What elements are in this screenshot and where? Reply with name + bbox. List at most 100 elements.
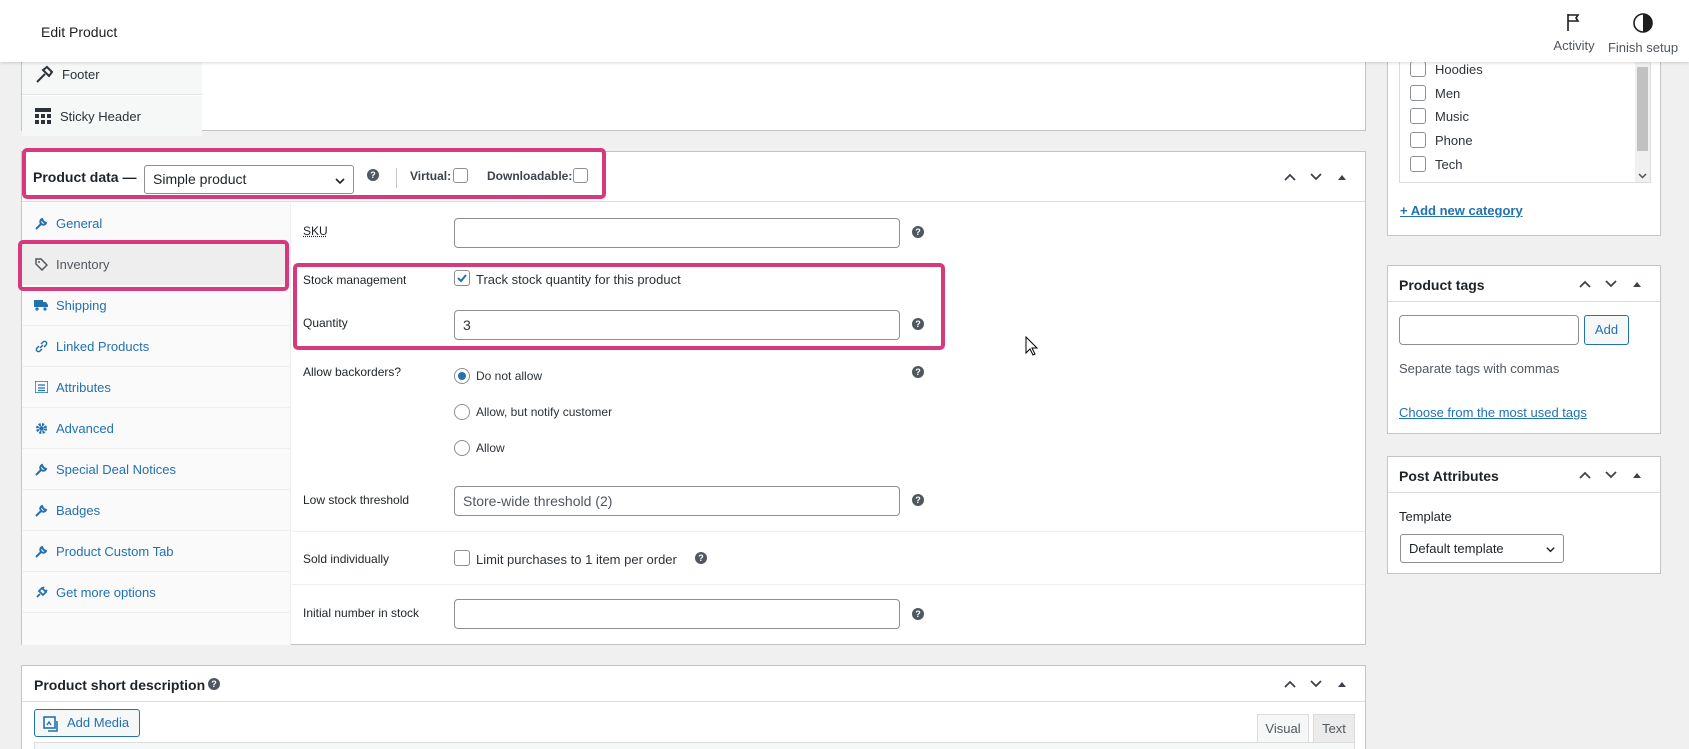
link-icon <box>35 340 48 353</box>
chevron-down-icon <box>1545 544 1556 555</box>
category-checkbox[interactable] <box>1410 156 1426 172</box>
collapse-icon[interactable] <box>1632 279 1642 289</box>
categories-box: Hoodies Men Music Phone Tech + Add new c… <box>1387 40 1661 236</box>
move-up-icon[interactable] <box>1283 677 1297 691</box>
category-item[interactable]: Men <box>1410 85 1460 101</box>
help-icon[interactable]: ? <box>695 552 707 564</box>
backorder-radio-notify[interactable] <box>454 404 470 420</box>
flag-icon <box>1564 12 1584 32</box>
limit-purchases-checkbox[interactable] <box>454 550 470 566</box>
initial-stock-label: Initial number in stock <box>303 606 419 620</box>
stock-management-label: Stock management <box>303 273 406 287</box>
tag-input[interactable] <box>1399 315 1579 345</box>
sold-individually-label: Sold individually <box>303 552 389 566</box>
help-icon[interactable]: ? <box>367 169 379 181</box>
category-item[interactable]: Phone <box>1410 132 1473 148</box>
truck-icon <box>34 299 48 311</box>
tab-visual[interactable]: Visual <box>1257 714 1309 742</box>
post-attributes-title: Post Attributes <box>1399 468 1499 484</box>
tab-badges[interactable]: Badges <box>22 490 290 531</box>
tab-inventory[interactable]: Inventory <box>22 244 290 285</box>
quantity-label: Quantity <box>303 316 348 330</box>
table-icon <box>34 107 52 125</box>
product-data-title: Product data — <box>33 169 136 185</box>
track-stock-checkbox[interactable] <box>454 270 470 286</box>
tab-linked-products[interactable]: Linked Products <box>22 326 290 367</box>
media-icon <box>43 716 59 732</box>
move-down-icon[interactable] <box>1309 677 1323 691</box>
tab-shipping[interactable]: Shipping <box>22 285 290 326</box>
collapse-icon[interactable] <box>1337 679 1347 689</box>
most-used-tags-link[interactable]: Choose from the most used tags <box>1399 405 1587 420</box>
top-bar: Edit Product Activity Finish setup <box>0 0 1689 62</box>
editor-toolbar <box>34 742 1355 749</box>
downloadable-checkbox[interactable] <box>573 168 588 183</box>
wrench-icon <box>35 217 48 230</box>
chevron-down-icon[interactable] <box>1638 171 1647 180</box>
help-icon[interactable]: ? <box>208 678 220 690</box>
move-up-icon[interactable] <box>1283 170 1297 184</box>
collapse-icon[interactable] <box>1337 172 1347 182</box>
tab-special-deal-notices[interactable]: Special Deal Notices <box>22 449 290 490</box>
product-tags-box: Product tags Add Separate tags with comm… <box>1387 265 1661 434</box>
move-down-icon[interactable] <box>1604 468 1618 482</box>
side-item-sticky-header[interactable]: Sticky Header <box>22 96 202 136</box>
move-down-icon[interactable] <box>1309 170 1323 184</box>
divider <box>292 531 1365 532</box>
tab-product-custom-tab[interactable]: Product Custom Tab <box>22 531 290 572</box>
help-icon[interactable]: ? <box>912 226 924 238</box>
downloadable-label: Downloadable: <box>487 169 572 183</box>
add-tag-button[interactable]: Add <box>1584 315 1629 345</box>
category-scrollbar[interactable] <box>1635 47 1650 182</box>
tab-advanced[interactable]: Advanced <box>22 408 290 449</box>
initial-stock-input[interactable] <box>454 599 900 629</box>
product-type-select[interactable]: Simple product <box>144 165 354 194</box>
move-down-icon[interactable] <box>1604 277 1618 291</box>
plugin-icon <box>35 586 48 599</box>
category-checkbox[interactable] <box>1410 85 1426 101</box>
virtual-checkbox[interactable] <box>453 168 468 183</box>
add-media-button[interactable]: Add Media <box>34 709 140 737</box>
template-label: Template <box>1399 509 1452 524</box>
help-icon[interactable]: ? <box>912 608 924 620</box>
cursor-icon <box>1025 336 1039 356</box>
sku-input[interactable] <box>454 218 900 248</box>
hammer-icon <box>34 65 54 85</box>
category-item[interactable]: Hoodies <box>1410 61 1483 77</box>
scrollbar-thumb[interactable] <box>1637 67 1648 151</box>
category-item[interactable]: Tech <box>1410 156 1462 172</box>
wrench-icon <box>35 545 48 558</box>
finish-setup-button[interactable]: Finish setup <box>1603 12 1683 55</box>
gear-icon <box>35 422 48 435</box>
half-circle-icon <box>1632 12 1654 34</box>
product-tags-header: Product tags <box>1388 266 1660 302</box>
chevron-down-icon <box>334 175 346 187</box>
post-attributes-box: Post Attributes Template Default templat… <box>1387 456 1661 574</box>
low-stock-input[interactable]: Store-wide threshold (2) <box>454 486 900 516</box>
move-up-icon[interactable] <box>1578 468 1592 482</box>
product-tags-title: Product tags <box>1399 277 1485 293</box>
category-checkbox[interactable] <box>1410 108 1426 124</box>
collapse-icon[interactable] <box>1632 470 1642 480</box>
quantity-input[interactable]: 3 <box>454 310 900 340</box>
product-data-header: Product data — Simple product ? Virtual:… <box>22 152 1365 202</box>
tab-attributes[interactable]: Attributes <box>22 367 290 408</box>
layout-options-box: Footer Sticky Header <box>21 54 1366 131</box>
tab-get-more-options[interactable]: Get more options <box>22 572 290 613</box>
page-title: Edit Product <box>41 24 117 40</box>
category-checkbox[interactable] <box>1410 61 1426 77</box>
template-select[interactable]: Default template <box>1400 534 1564 563</box>
move-up-icon[interactable] <box>1578 277 1592 291</box>
help-icon[interactable]: ? <box>912 318 924 330</box>
category-item[interactable]: Music <box>1410 108 1469 124</box>
add-new-category-link[interactable]: + Add new category <box>1400 203 1523 218</box>
sku-label: SKU <box>303 224 328 238</box>
help-icon[interactable]: ? <box>912 494 924 506</box>
tab-general[interactable]: General <box>22 203 290 244</box>
backorder-radio-allow[interactable] <box>454 440 470 456</box>
category-checkbox[interactable] <box>1410 132 1426 148</box>
backorder-radio-no[interactable] <box>454 368 470 384</box>
help-icon[interactable]: ? <box>912 366 924 378</box>
activity-button[interactable]: Activity <box>1541 12 1607 53</box>
tab-text[interactable]: Text <box>1313 714 1355 742</box>
